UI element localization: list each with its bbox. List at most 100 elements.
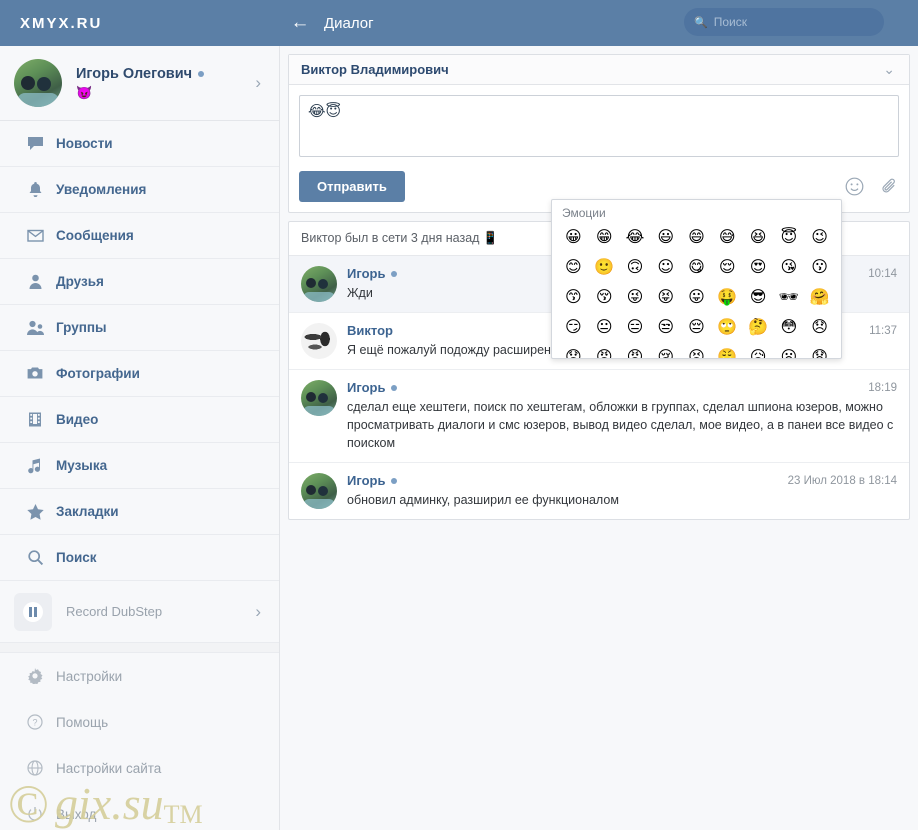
emoji-cell[interactable]: 😧 [804,345,835,358]
emoji-cell[interactable]: 😑 [620,315,651,338]
sidebar-item-site-settings[interactable]: Настройки сайта [0,745,279,791]
message-input[interactable] [299,95,899,157]
chevron-right-icon[interactable]: › [255,602,261,622]
sidebar-item-music[interactable]: Музыка [0,443,279,489]
emoji-cell[interactable]: 🤔 [743,315,774,338]
emoji-cell[interactable]: 🙄 [712,315,743,338]
avatar [301,380,337,416]
emoji-cell[interactable]: 😣 [681,345,712,358]
camera-icon [14,365,56,382]
emoji-cell[interactable]: 😍 [743,255,774,278]
emoji-cell[interactable]: 😏 [558,315,589,338]
paperclip-icon[interactable] [880,177,899,196]
emoji-cell[interactable]: 😛 [681,285,712,308]
sidebar-item-search[interactable]: Поиск [0,535,279,581]
back-arrow-icon[interactable]: ← [280,12,320,34]
emoji-cell[interactable]: 😅 [712,225,743,248]
emoji-cell[interactable]: 😋 [681,255,712,278]
emoji-cell[interactable]: 😒 [650,315,681,338]
sidebar-profile[interactable]: Игорь Олегович 😈 › [0,46,279,121]
emoji-cell[interactable]: 😆 [743,225,774,248]
message-author: Игорь [347,380,386,395]
emoji-cell[interactable]: 😥 [743,345,774,358]
sidebar-item-label: Фотографии [56,366,140,381]
sidebar-item-photos[interactable]: Фотографии [0,351,279,397]
emoji-cell[interactable]: 😦 [773,345,804,358]
chevron-down-icon[interactable]: ⌄ [883,61,895,78]
sidebar-item-bookmarks[interactable]: Закладки [0,489,279,535]
send-button[interactable]: Отправить [299,171,405,202]
music-note-icon [14,457,56,474]
emoji-cell[interactable]: 😢 [650,345,681,358]
audio-player[interactable]: Record DubStep › [0,581,279,643]
search-input[interactable]: 🔍 Поиск [684,8,884,36]
sidebar-item-groups[interactable]: Группы [0,305,279,351]
emoji-cell[interactable]: 😉 [804,225,835,248]
sidebar-item-messages[interactable]: Сообщения [0,213,279,259]
user-icon [14,273,56,290]
emoji-cell[interactable]: 🙂 [589,255,620,278]
online-indicator [198,70,205,77]
emoji-cell[interactable]: 😎 [743,285,774,308]
sidebar-item-label: Настройки сайта [56,760,162,776]
emoji-cell[interactable]: 😌 [712,255,743,278]
message-author: Виктор [347,323,393,338]
sidebar-item-help[interactable]: ? Помощь [0,699,279,745]
message-text: обновил админку, разширил ее функционало… [347,493,619,507]
sidebar-item-friends[interactable]: Друзья [0,259,279,305]
sidebar-item-logout[interactable]: Выход [0,791,279,830]
emoji-picker-panel[interactable]: Эмоции 😀 😁 😂 😃 😄 😅 😆 😇 😉 😊 🙂 🙃 ☺ 😋 😌 😍 😘 😗 😙 😚 😜 😝 😛 🤑 😎 🕶 🤗 😏 😐 😑 😒 😔 🙄… [551,199,842,359]
table-row[interactable]: Игорь обновил админку, разширил ее функц… [289,463,909,519]
emoji-cell[interactable]: 🕶 [773,285,804,308]
sidebar-item-video[interactable]: Видео [0,397,279,443]
emoji-cell[interactable]: 😟 [558,345,589,358]
emoji-cell[interactable]: 🤑 [712,285,743,308]
pause-icon[interactable] [14,592,52,631]
site-logo[interactable]: XMYX.RU [0,0,280,46]
emoji-cell[interactable]: 😂 [620,225,651,248]
film-icon [14,411,56,428]
emoji-cell[interactable]: 😠 [589,345,620,358]
emoji-cell[interactable]: 😡 [620,345,651,358]
emoji-cell[interactable]: 😚 [589,285,620,308]
profile-status-emoji: 😈 [76,84,93,100]
player-track-title: Record DubStep [66,604,163,619]
smiley-face-icon[interactable] [845,177,864,196]
emoji-cell[interactable]: 😙 [558,285,589,308]
emoji-cell[interactable]: 😐 [589,315,620,338]
table-row[interactable]: Игорь сделал еще хештеги, поиск по хеште… [289,370,909,463]
emoji-cell[interactable]: 😝 [650,285,681,308]
emoji-cell[interactable]: 😞 [804,315,835,338]
online-indicator [391,270,398,277]
message-text: сделал еще хештеги, поиск по хештегам, о… [347,400,894,450]
avatar [301,473,337,509]
online-indicator [391,477,398,484]
sidebar-item-notifications[interactable]: Уведомления [0,167,279,213]
emoji-cell[interactable]: 😳 [773,315,804,338]
emoji-cell[interactable]: 😄 [681,225,712,248]
news-bubble-icon [14,135,56,152]
sidebar-item-settings[interactable]: Настройки [0,653,279,699]
sidebar-item-news[interactable]: Новости [0,121,279,167]
emoji-cell[interactable]: 😃 [650,225,681,248]
message-timestamp: 11:37 [869,325,897,337]
emoji-cell[interactable]: 🤗 [804,285,835,308]
emoji-cell[interactable]: 😘 [773,255,804,278]
profile-name: Игорь Олегович [76,65,193,82]
bell-icon [14,181,56,198]
emoji-cell[interactable]: 😔 [681,315,712,338]
conversation-header[interactable]: Виктор Владимирович ⌄ [289,55,909,85]
envelope-icon [14,227,56,244]
emoji-cell[interactable]: 🙃 [620,255,651,278]
emoji-cell[interactable]: ☺ [650,255,681,278]
emoji-cell[interactable]: 😤 [712,345,743,358]
emoji-cell[interactable]: 😜 [620,285,651,308]
emoji-cell[interactable]: 😇 [773,225,804,248]
sidebar-item-label: Сообщения [56,228,134,243]
message-timestamp: 18:19 [868,382,897,394]
emoji-cell[interactable]: 😊 [558,255,589,278]
sidebar-item-label: Настройки [56,668,123,684]
emoji-cell[interactable]: 😁 [589,225,620,248]
chevron-right-icon[interactable]: › [255,73,261,93]
emoji-cell[interactable]: 😗 [804,255,835,278]
